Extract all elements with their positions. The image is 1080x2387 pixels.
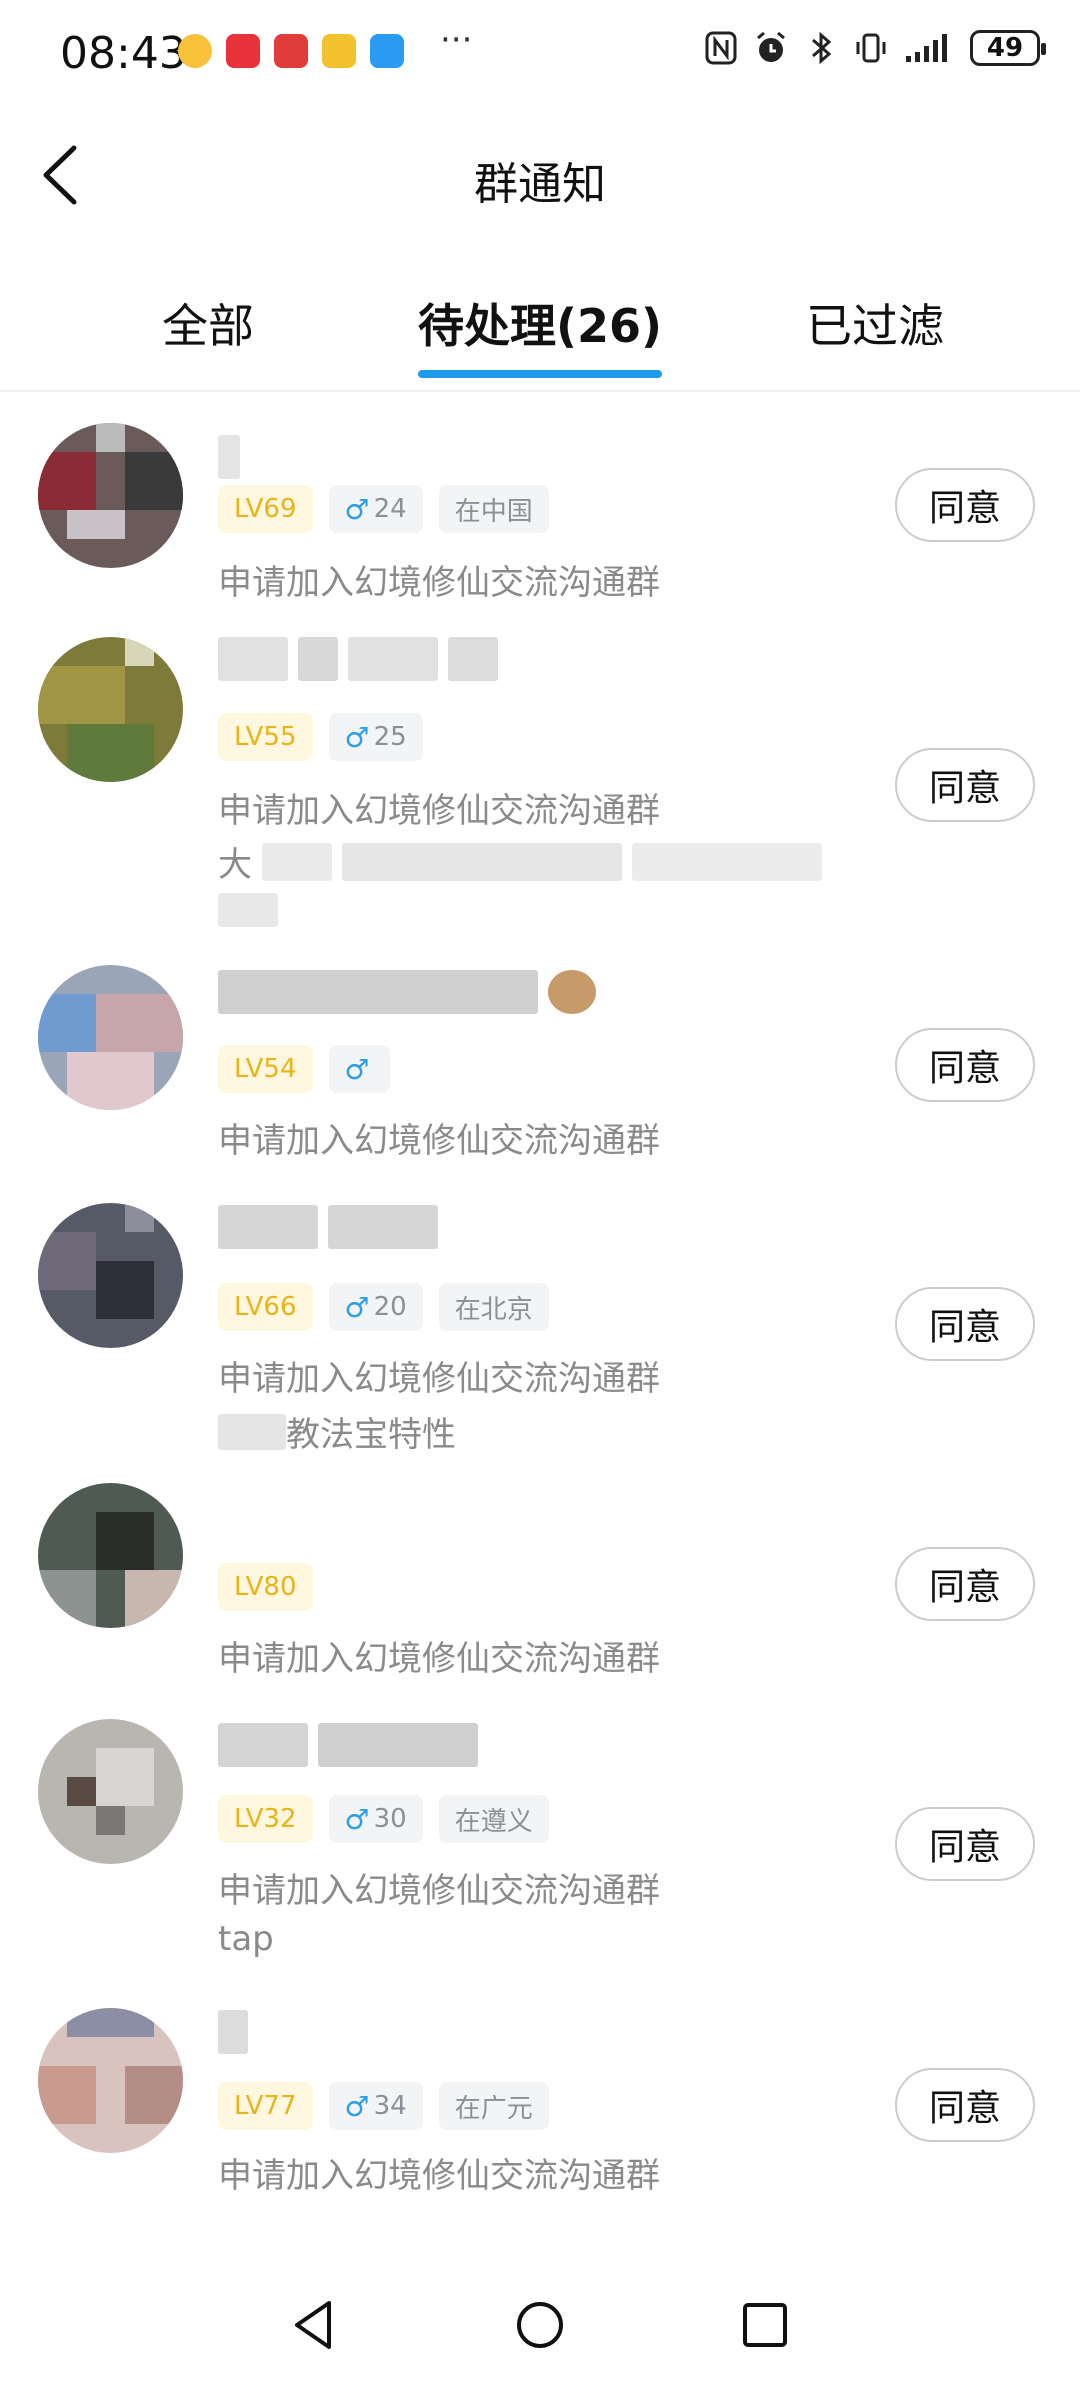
tab-pending-label: 待处理(26) <box>418 299 663 353</box>
status-bar: 08:43 ··· 49 <box>0 0 1080 110</box>
battery-indicator: 49 <box>970 30 1046 66</box>
agree-button[interactable]: 同意 <box>895 1028 1035 1102</box>
user-tags: LV55 ♂ 25 <box>218 713 423 761</box>
agree-button[interactable]: 同意 <box>895 1807 1035 1881</box>
gender-age-badge: ♂ 25 <box>328 713 423 761</box>
tab-pending[interactable]: 待处理(26) <box>418 290 663 378</box>
triangle-back-icon[interactable] <box>285 2295 345 2355</box>
avatar[interactable] <box>38 965 183 1110</box>
circle-home-icon[interactable] <box>510 2295 570 2355</box>
male-icon: ♂ <box>344 1290 370 1324</box>
name-redacted <box>218 1723 478 1771</box>
request-message: tap <box>218 1919 274 1959</box>
user-tags: LV32 ♂ 30 在遵义 <box>218 1795 549 1843</box>
status-time: 08:43 <box>60 28 187 79</box>
request-text: 申请加入幻境修仙交流沟通群 <box>218 2156 660 2196</box>
level-badge: LV69 <box>218 485 313 533</box>
name-redacted <box>218 637 498 685</box>
gender-age-badge: ♂ 20 <box>328 1283 423 1331</box>
request-message: 大 <box>218 837 822 886</box>
cloud-icon <box>370 34 404 68</box>
request-text: 申请加入幻境修仙交流沟通群 <box>218 1871 660 1911</box>
male-icon: ♂ <box>344 720 370 754</box>
screen: 08:43 ··· 49 群通知 全部 待处理(26) 已过滤 LV69 ♂ 2… <box>0 0 1080 2387</box>
location-badge: 在广元 <box>438 2082 549 2130</box>
level-badge: LV77 <box>218 2082 313 2130</box>
request-text: 申请加入幻境修仙交流沟通群 <box>218 563 660 603</box>
name-redacted <box>218 1205 438 1253</box>
level-badge: LV32 <box>218 1795 313 1843</box>
user-tags: LV66 ♂ 20 在北京 <box>218 1283 549 1331</box>
gender-age-badge: ♂ 34 <box>328 2082 423 2130</box>
header: 群通知 <box>0 110 1080 240</box>
mail-icon <box>322 34 356 68</box>
location-badge: 在遵义 <box>438 1795 549 1843</box>
tab-all[interactable]: 全部 <box>162 290 254 356</box>
agree-button[interactable]: 同意 <box>895 1287 1035 1361</box>
agree-button[interactable]: 同意 <box>895 2068 1035 2142</box>
level-badge: LV55 <box>218 713 313 761</box>
user-tags: LV77 ♂ 34 在广元 <box>218 2082 549 2130</box>
level-badge: LV80 <box>218 1563 313 1611</box>
system-icons: 49 <box>704 30 1046 66</box>
tab-bar: 全部 待处理(26) 已过滤 <box>0 270 1080 392</box>
name-redacted <box>218 970 596 1018</box>
tab-filtered[interactable]: 已过滤 <box>806 290 944 356</box>
avatar[interactable] <box>38 2008 183 2153</box>
page-title: 群通知 <box>474 159 606 210</box>
avatar[interactable] <box>38 423 183 568</box>
request-text: 申请加入幻境修仙交流沟通群 <box>218 1359 660 1399</box>
gender-age-badge: ♂ 24 <box>328 485 423 533</box>
signal-icon <box>906 34 947 62</box>
bluetooth-icon <box>812 31 832 65</box>
gender-age-badge: ♂ 30 <box>328 1795 423 1843</box>
weibo-icon <box>178 34 212 68</box>
avatar[interactable] <box>38 637 183 782</box>
vibrate-icon <box>856 33 886 63</box>
square-recents-icon[interactable] <box>735 2295 795 2355</box>
name-redacted <box>218 2010 248 2058</box>
name-redacted <box>218 435 240 483</box>
user-tags: LV54 ♂ <box>218 1045 390 1093</box>
gender-badge: ♂ <box>328 1045 390 1093</box>
male-icon: ♂ <box>344 492 370 526</box>
request-message-cont <box>218 893 278 927</box>
request-text: 申请加入幻境修仙交流沟通群 <box>218 1639 660 1679</box>
huawei-store-icon <box>226 34 260 68</box>
system-navigation-bar <box>0 2270 1080 2387</box>
notification-icons <box>178 34 404 68</box>
location-badge: 在北京 <box>438 1283 549 1331</box>
male-icon: ♂ <box>344 1052 370 1086</box>
agree-button[interactable]: 同意 <box>895 1547 1035 1621</box>
avatar[interactable] <box>38 1483 183 1628</box>
male-icon: ♂ <box>344 1802 370 1836</box>
location-badge: 在中国 <box>438 485 549 533</box>
request-message: 教法宝特性 <box>218 1407 456 1456</box>
male-icon: ♂ <box>344 2089 370 2123</box>
red-app-icon <box>274 34 308 68</box>
alarm-icon <box>757 31 785 62</box>
request-text: 申请加入幻境修仙交流沟通群 <box>218 1121 660 1161</box>
nfc-icon <box>705 31 737 65</box>
more-notifications-icon: ··· <box>440 20 473 60</box>
user-tags: LV69 ♂ 24 在中国 <box>218 485 549 533</box>
level-badge: LV66 <box>218 1283 313 1331</box>
agree-button[interactable]: 同意 <box>895 468 1035 542</box>
avatar[interactable] <box>38 1719 183 1864</box>
avatar[interactable] <box>38 1203 183 1348</box>
level-badge: LV54 <box>218 1045 313 1093</box>
user-tags: LV80 <box>218 1563 313 1611</box>
tab-active-indicator <box>418 370 663 378</box>
agree-button[interactable]: 同意 <box>895 748 1035 822</box>
request-text: 申请加入幻境修仙交流沟通群 <box>218 791 660 831</box>
